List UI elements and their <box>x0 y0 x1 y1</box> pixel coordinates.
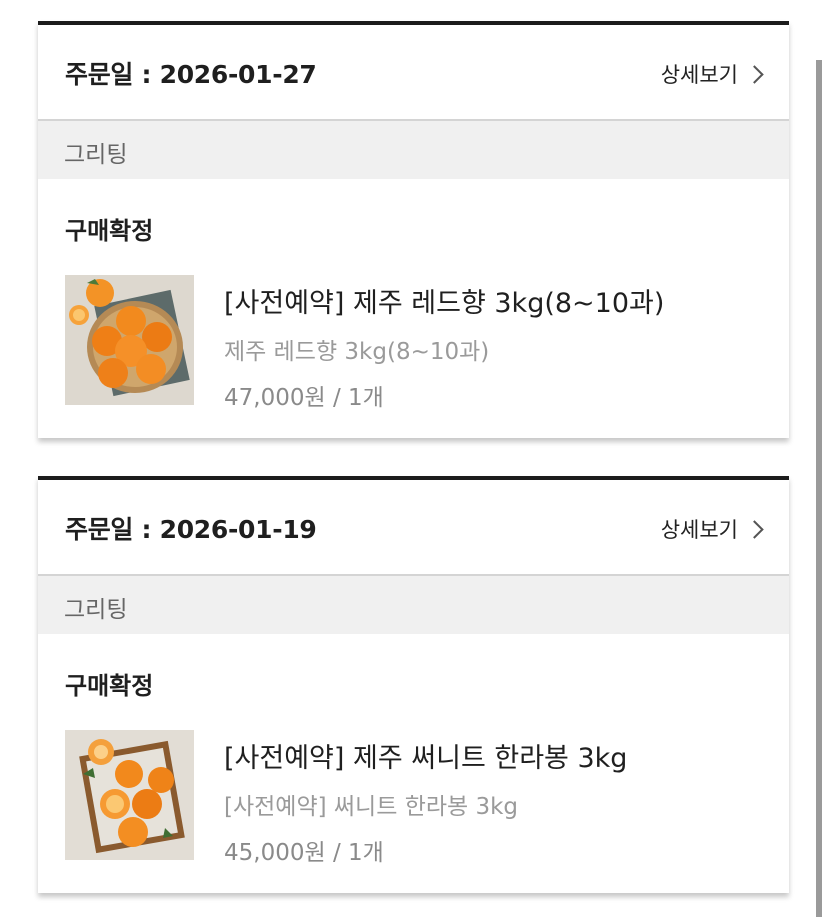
product-title[interactable]: [사전예약] 제주 레드향 3kg(8~10과) <box>224 281 664 320</box>
price-quantity: 47,000원 / 1개 <box>224 385 384 411</box>
product-option: [사전예약] 써니트 한라봉 3kg <box>224 794 519 820</box>
product-option: 제주 레드향 3kg(8~10과) <box>224 339 490 365</box>
view-detail-link[interactable]: 상세보기 <box>660 514 764 544</box>
view-detail-link[interactable]: 상세보기 <box>660 59 764 89</box>
product-image[interactable] <box>65 730 194 860</box>
order-item[interactable]: 구매확정 [사전예약] 제주 레드향 3kg(8~10과) 제주 레드향 3kg… <box>38 179 789 438</box>
order-status: 구매확정 <box>65 217 154 245</box>
product-title[interactable]: [사전예약] 제주 써니트 한라봉 3kg <box>224 736 627 775</box>
order-card: 주문일 : 2026-01-19 상세보기 그리팅 구매확정 [사전예약] 제주… <box>38 476 789 893</box>
seller-row: 그리팅 <box>38 576 789 634</box>
seller-name: 그리팅 <box>64 142 128 168</box>
order-card-header: 주문일 : 2026-01-19 상세보기 <box>38 480 789 576</box>
price-quantity: 45,000원 / 1개 <box>224 840 384 866</box>
order-card: 주문일 : 2026-01-27 상세보기 그리팅 구매확정 [사전예약] 제주… <box>38 21 789 438</box>
view-detail-label: 상세보기 <box>660 63 738 87</box>
page-scrollbar[interactable] <box>816 60 822 917</box>
order-card-header: 주문일 : 2026-01-27 상세보기 <box>38 25 789 121</box>
chevron-right-icon <box>745 520 764 539</box>
product-image[interactable] <box>65 275 194 405</box>
chevron-right-icon <box>745 65 764 84</box>
order-status: 구매확정 <box>65 672 154 700</box>
seller-row: 그리팅 <box>38 121 789 179</box>
order-item[interactable]: 구매확정 [사전예약] 제주 써니트 한라봉 3kg [사전예약] 써니트 한라… <box>38 634 789 893</box>
order-date: 주문일 : 2026-01-19 <box>65 515 317 544</box>
seller-name: 그리팅 <box>64 597 128 623</box>
view-detail-label: 상세보기 <box>660 518 738 542</box>
order-date: 주문일 : 2026-01-27 <box>65 60 317 89</box>
